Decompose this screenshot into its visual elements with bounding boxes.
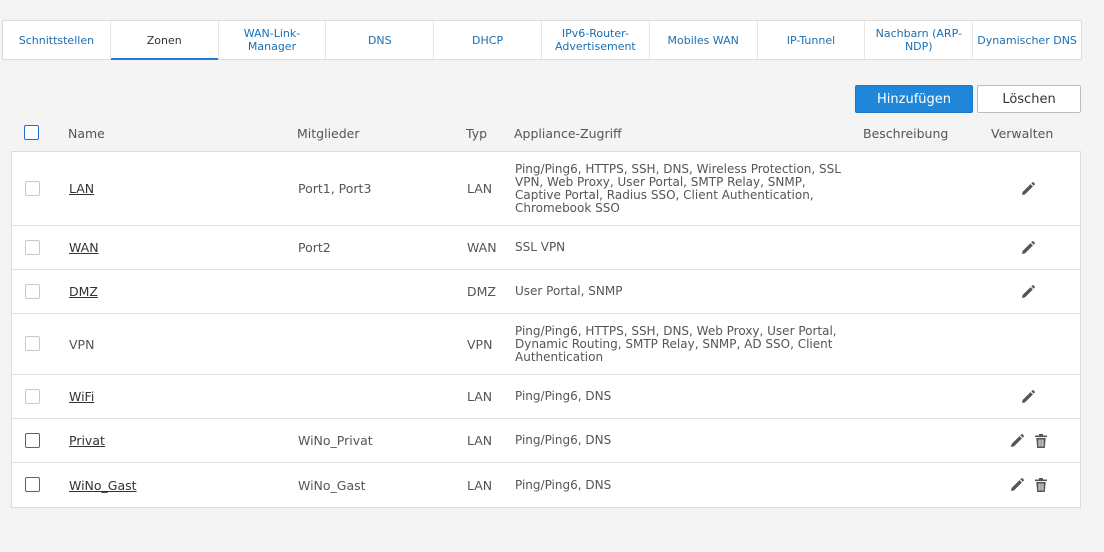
tab-nachbarn[interactable]: Nachbarn (ARP-NDP) <box>865 21 974 59</box>
zone-name-link[interactable]: WAN <box>69 240 99 255</box>
select-all-checkbox[interactable] <box>24 125 39 140</box>
tab-zonen[interactable]: Zonen <box>110 21 219 60</box>
table-row: VPN VPN Ping/Ping6, HTTPS, SSH, DNS, Web… <box>12 314 1080 375</box>
column-header-manage: Verwalten <box>991 126 1054 141</box>
tab-wan-link-manager[interactable]: WAN-Link-Manager <box>219 21 327 59</box>
zone-members: Port1, Port3 <box>298 181 372 196</box>
zone-name-link[interactable]: LAN <box>69 181 94 196</box>
zone-access: Ping/Ping6, HTTPS, SSH, DNS, Wireless Pr… <box>515 161 841 215</box>
row-checkbox[interactable] <box>25 283 40 299</box>
row-checkbox[interactable] <box>25 336 40 351</box>
table-header: Name Mitglieder Typ Appliance-Zugriff Be… <box>0 118 1104 150</box>
pencil-icon[interactable] <box>1020 240 1036 256</box>
zone-name: VPN <box>69 336 95 352</box>
zone-name-link[interactable]: WiFi <box>69 389 94 404</box>
tab-schnittstellen[interactable]: Schnittstellen <box>3 21 111 59</box>
pencil-icon[interactable] <box>1020 181 1036 197</box>
tab-mobiles-wan[interactable]: Mobiles WAN <box>650 21 758 59</box>
zone-name-link[interactable]: Privat <box>69 433 105 448</box>
column-header-type: Typ <box>466 126 488 141</box>
tab-bar: Schnittstellen Zonen WAN-Link-Manager DN… <box>2 20 1082 60</box>
zone-access: Ping/Ping6, DNS <box>515 389 612 403</box>
zone-type: LAN <box>467 181 493 196</box>
row-checkbox[interactable] <box>25 432 40 448</box>
table-row: Privat WiNo_Privat LAN Ping/Ping6, DNS <box>12 419 1080 463</box>
row-checkbox[interactable] <box>25 388 40 404</box>
column-header-access: Appliance-Zugriff <box>514 126 622 141</box>
zone-name-link[interactable]: DMZ <box>69 284 98 299</box>
zone-name-link[interactable]: WiNo_Gast <box>69 478 137 493</box>
row-checkbox[interactable] <box>25 477 40 492</box>
zone-access: SSL VPN <box>515 240 566 254</box>
column-header-members: Mitglieder <box>297 126 360 141</box>
zone-access: User Portal, SNMP <box>515 284 623 298</box>
zones-table: LAN Port1, Port3 LAN Ping/Ping6, HTTPS, … <box>11 151 1081 508</box>
pencil-icon[interactable] <box>1020 284 1036 300</box>
tab-dhcp[interactable]: DHCP <box>434 21 542 59</box>
delete-button[interactable]: Löschen <box>977 85 1081 113</box>
column-header-description: Beschreibung <box>863 126 949 141</box>
pencil-icon[interactable] <box>1009 477 1025 493</box>
zone-type: LAN <box>467 389 493 404</box>
row-checkbox[interactable] <box>25 180 40 196</box>
tab-ipv6-router-advertisement[interactable]: IPv6-Router-Advertisement <box>542 21 650 59</box>
row-checkbox[interactable] <box>25 239 40 255</box>
zone-access: Ping/Ping6, HTTPS, SSH, DNS, Web Proxy, … <box>515 323 837 364</box>
zone-type: VPN <box>467 336 493 352</box>
table-row: WiNo_Gast WiNo_Gast LAN Ping/Ping6, DNS <box>12 463 1080 507</box>
table-row: DMZ DMZ User Portal, SNMP <box>12 270 1080 314</box>
tab-dynamischer-dns[interactable]: Dynamischer DNS <box>973 21 1081 59</box>
zone-members: WiNo_Privat <box>298 433 373 448</box>
zone-members: Port2 <box>298 240 331 255</box>
table-row: LAN Port1, Port3 LAN Ping/Ping6, HTTPS, … <box>12 152 1080 226</box>
tab-ip-tunnel[interactable]: IP-Tunnel <box>758 21 866 59</box>
zone-access: Ping/Ping6, DNS <box>515 477 612 492</box>
column-header-name: Name <box>68 126 105 141</box>
zone-type: DMZ <box>467 284 496 299</box>
table-row: WAN Port2 WAN SSL VPN <box>12 226 1080 270</box>
tab-dns[interactable]: DNS <box>326 21 435 59</box>
zone-type: WAN <box>467 240 497 255</box>
zone-access: Ping/Ping6, DNS <box>515 433 612 447</box>
add-button[interactable]: Hinzufügen <box>855 85 973 113</box>
trash-icon[interactable] <box>1033 477 1049 493</box>
table-row: WiFi LAN Ping/Ping6, DNS <box>12 375 1080 419</box>
pencil-icon[interactable] <box>1020 389 1036 405</box>
trash-icon[interactable] <box>1033 433 1049 449</box>
zone-type: LAN <box>467 477 493 493</box>
zone-members: WiNo_Gast <box>298 477 366 493</box>
zone-type: LAN <box>467 433 493 448</box>
pencil-icon[interactable] <box>1009 433 1025 449</box>
